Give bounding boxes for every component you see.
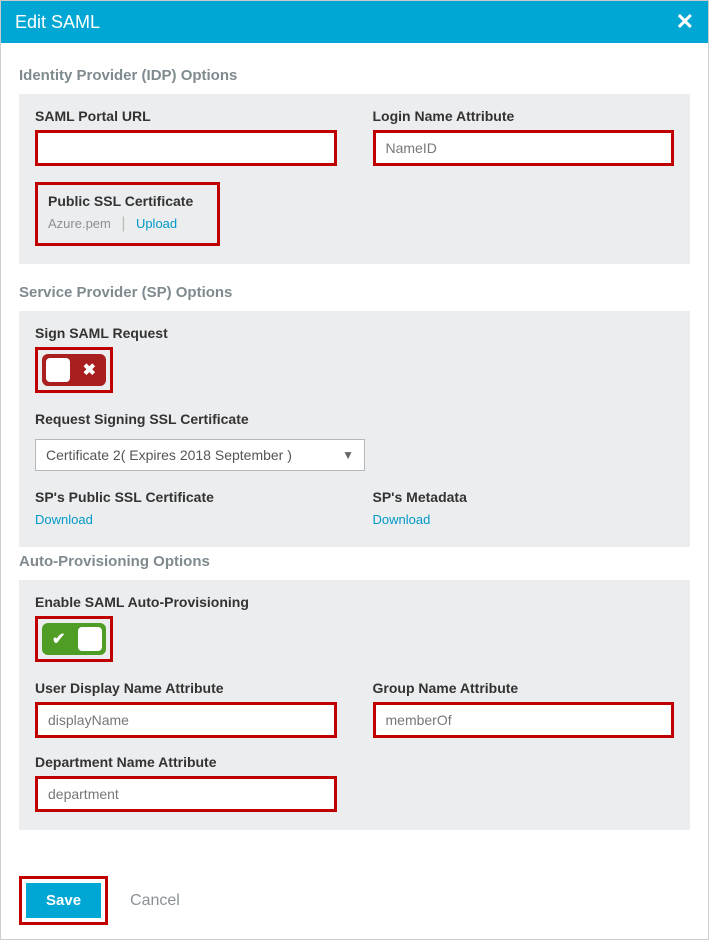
group-name-attr-input[interactable] [373, 702, 675, 738]
separator: | [121, 215, 125, 232]
public-ssl-cert-label: Public SSL Certificate [48, 193, 207, 209]
login-name-attribute-label: Login Name Attribute [373, 108, 675, 124]
department-name-attr-input[interactable] [35, 776, 337, 812]
group-name-attr-label: Group Name Attribute [373, 680, 675, 696]
user-display-name-attr-label: User Display Name Attribute [35, 680, 337, 696]
sp-metadata-label: SP's Metadata [373, 489, 675, 505]
ap-section-title: Auto-Provisioning Options [19, 553, 690, 570]
sp-section-title: Service Provider (SP) Options [19, 284, 690, 301]
ssl-file-name: Azure.pem [48, 216, 111, 231]
sign-saml-request-label: Sign SAML Request [35, 325, 674, 341]
enable-auto-provisioning-label: Enable SAML Auto-Provisioning [35, 594, 674, 610]
saml-portal-url-input[interactable] [35, 130, 337, 166]
upload-link[interactable]: Upload [136, 216, 177, 231]
sp-public-ssl-cert-label: SP's Public SSL Certificate [35, 489, 337, 505]
idp-section-title: Identity Provider (IDP) Options [19, 67, 690, 84]
idp-panel: SAML Portal URL Login Name Attribute Pub… [19, 94, 690, 264]
sp-public-ssl-cert-download[interactable]: Download [35, 512, 93, 527]
toggle-knob [46, 358, 70, 382]
x-icon: ✖ [83, 360, 96, 380]
sp-panel: Sign SAML Request ✖ Request Signing SSL … [19, 311, 690, 547]
sign-saml-request-toggle[interactable]: ✖ [42, 354, 106, 386]
request-signing-cert-label: Request Signing SSL Certificate [35, 411, 674, 427]
ap-panel: Enable SAML Auto-Provisioning ✔ User Dis… [19, 580, 690, 830]
toggle-knob [78, 627, 102, 651]
department-name-attr-label: Department Name Attribute [35, 754, 337, 770]
saml-portal-url-label: SAML Portal URL [35, 108, 337, 124]
cancel-button[interactable]: Cancel [130, 892, 180, 910]
enable-auto-provisioning-toggle[interactable]: ✔ [42, 623, 106, 655]
login-name-attribute-input[interactable] [373, 130, 675, 166]
dialog-title: Edit SAML [15, 12, 100, 33]
check-icon: ✔ [52, 629, 65, 649]
titlebar: Edit SAML ✕ [1, 1, 708, 43]
close-icon[interactable]: ✕ [676, 11, 694, 33]
user-display-name-attr-input[interactable] [35, 702, 337, 738]
save-button[interactable]: Save [26, 883, 101, 918]
public-ssl-cert-group: Public SSL Certificate Azure.pem | Uploa… [35, 182, 220, 246]
sp-metadata-download[interactable]: Download [373, 512, 431, 527]
select-value: Certificate 2( Expires 2018 September ) [46, 447, 292, 463]
chevron-down-icon: ▼ [342, 448, 354, 462]
dialog-footer: Save Cancel [1, 866, 708, 939]
dialog-body: Identity Provider (IDP) Options SAML Por… [1, 43, 708, 866]
request-signing-cert-select[interactable]: Certificate 2( Expires 2018 September ) … [35, 439, 365, 471]
